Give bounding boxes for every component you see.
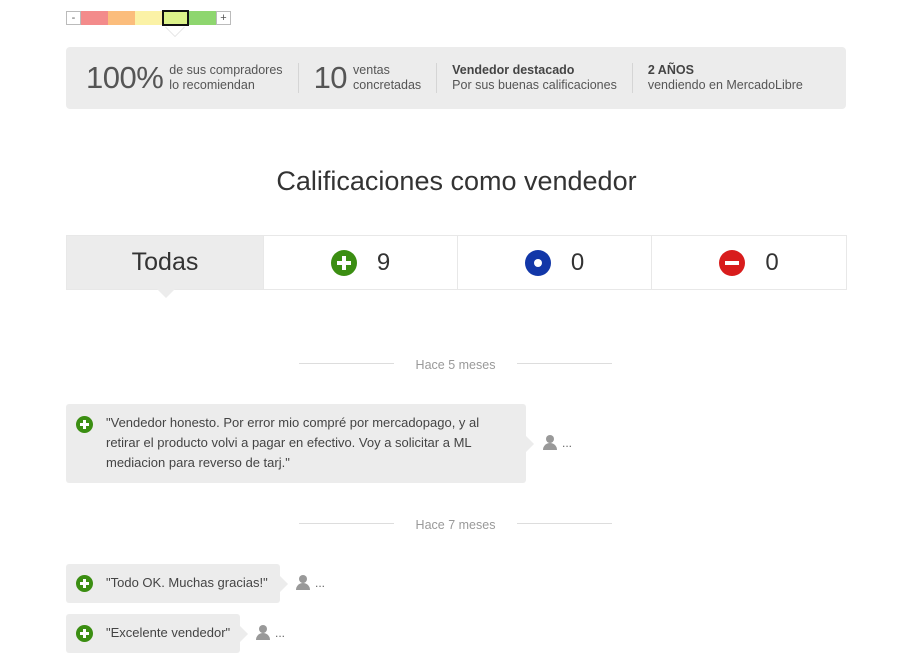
stat-featured: Vendedor destacado Por sus buenas califi…: [437, 63, 633, 93]
review-text: "Excelente vendedor": [106, 625, 231, 640]
review-user-name: ...: [562, 435, 573, 450]
stat-sales-text: ventas concretadas: [353, 63, 421, 93]
stat-years: 2 AÑOS vendiendo en MercadoLibre: [633, 63, 818, 93]
tab-positive[interactable]: 9: [264, 236, 458, 289]
date-label: Hace 7 meses: [415, 518, 496, 532]
review-item: "Vendedor honesto. Por error mio compré …: [66, 404, 534, 483]
stat-years-line2: vendiendo en MercadoLibre: [647, 78, 803, 92]
thermometer-pointer: [166, 27, 184, 36]
date-separator: Hace 7 meses: [299, 516, 612, 532]
stat-featured-line2: Por sus buenas calificaciones: [452, 78, 617, 92]
review-user[interactable]: ...: [255, 625, 285, 640]
date-separator: Hace 5 meses: [299, 356, 612, 372]
stat-recommend-text: de sus compradores lo recomiendan: [169, 63, 282, 93]
review-tail: [526, 435, 534, 452]
seller-stats: 100% de sus compradores lo recomiendan 1…: [66, 47, 846, 109]
review-item: "Todo OK. Muchas gracias!": [66, 564, 288, 603]
thermometer-segment-yellow: [135, 11, 162, 25]
rating-tabs: Todas 9 0 0: [66, 235, 847, 298]
separator-line: [517, 363, 612, 364]
review-user[interactable]: ...: [295, 575, 325, 590]
thermometer-segment-lightgreen: [162, 10, 189, 26]
stat-sales-value: 10: [313, 60, 348, 95]
minus-circle-icon: [719, 249, 746, 276]
thermometer-segment-red: [81, 11, 108, 25]
review-user-name: ...: [275, 625, 286, 640]
tab-neutral[interactable]: 0: [458, 236, 652, 289]
plus-circle-icon: [76, 416, 93, 433]
tab-all[interactable]: Todas: [67, 236, 264, 298]
dot-circle-icon: [524, 249, 551, 276]
separator-line: [299, 523, 394, 524]
review-tail: [280, 575, 288, 592]
separator-line: [517, 523, 612, 524]
page-title: Calificaciones como vendedor: [276, 166, 637, 196]
date-label: Hace 5 meses: [415, 358, 496, 372]
stat-recommend-line2: lo recomiendan: [169, 78, 255, 92]
review-user[interactable]: ...: [542, 435, 572, 450]
review-text: "Todo OK. Muchas gracias!": [106, 575, 268, 590]
tab-negative-count: 0: [765, 248, 779, 276]
user-icon: [295, 575, 311, 590]
review-item: "Excelente vendedor": [66, 614, 248, 653]
thermometer-minus: -: [66, 11, 81, 25]
tab-all-label: Todas: [131, 248, 199, 276]
user-icon: [255, 625, 271, 640]
user-icon: [542, 435, 558, 450]
stat-sales-line2: concretadas: [353, 78, 422, 92]
tab-selected-caret: [157, 289, 175, 298]
stat-featured-text: Vendedor destacado Por sus buenas califi…: [452, 63, 617, 93]
plus-circle-icon: [330, 249, 357, 276]
tab-negative[interactable]: 0: [652, 236, 846, 289]
separator-line: [299, 363, 394, 364]
stat-sales: 10 ventas concretadas: [299, 60, 438, 95]
stat-recommend-value: 100%: [86, 60, 164, 95]
stat-featured-line1: Vendedor destacado: [452, 63, 575, 77]
tab-positive-count: 9: [376, 248, 391, 276]
stat-recommend: 100% de sus compradores lo recomiendan: [66, 60, 299, 95]
tab-neutral-count: 0: [570, 248, 585, 276]
stat-sales-line1: ventas: [353, 63, 390, 77]
thermometer-segment-green: [189, 11, 216, 25]
review-user-name: ...: [315, 575, 326, 590]
review-tail: [240, 625, 248, 642]
plus-circle-icon: [76, 625, 93, 642]
thermometer-segment-orange: [108, 11, 135, 25]
thermometer-plus: +: [216, 11, 231, 25]
review-text: "Vendedor honesto. Por error mio compré …: [106, 415, 480, 470]
reputation-thermometer: - +: [66, 10, 231, 37]
stat-years-line1: 2 AÑOS: [647, 63, 694, 77]
stat-years-text: 2 AÑOS vendiendo en MercadoLibre: [648, 63, 803, 93]
stat-recommend-line1: de sus compradores: [169, 63, 283, 77]
plus-circle-icon: [76, 575, 93, 592]
